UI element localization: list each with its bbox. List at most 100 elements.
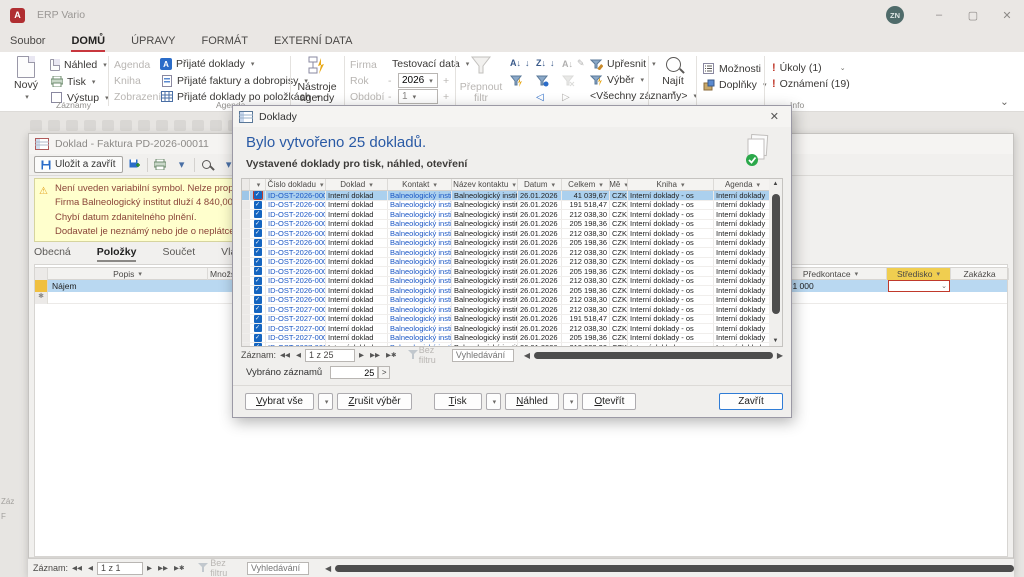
tab-soucet[interactable]: Součet — [162, 246, 195, 262]
new-button[interactable]: Nový▾ — [8, 56, 44, 101]
toolbar-icon[interactable] — [192, 120, 204, 131]
filter-funnel-icon[interactable] — [198, 563, 208, 573]
row-checkbox[interactable]: ✓ — [250, 248, 266, 257]
table-row[interactable]: ✓ID-OST-2026-00062Interní dokladBalneolo… — [242, 267, 770, 277]
tab-obecna[interactable]: Obecná — [34, 246, 71, 262]
table-row[interactable]: ✓ID-OST-2026-00055Interní dokladBalneolo… — [242, 201, 770, 211]
table-row[interactable]: ✓ID-OST-2026-00054Interní dokladBalneolo… — [242, 191, 770, 201]
row-checkbox[interactable]: ✓ — [250, 315, 266, 324]
horizontal-scrollbar-thumb[interactable] — [335, 565, 1014, 572]
row-selector[interactable] — [242, 248, 250, 257]
select-all-dropdown-icon[interactable]: ▾ — [318, 393, 334, 410]
close-button[interactable]: ✕ — [990, 0, 1024, 30]
row-checkbox[interactable]: ✓ — [250, 210, 266, 219]
menu-upravy[interactable]: ÚPRAVY — [131, 35, 175, 52]
select-all-button[interactable]: Vybrat vše — [245, 393, 314, 410]
table-row[interactable]: ✓ID-OST-2027-00021Interní dokladBalneolo… — [242, 343, 770, 347]
first-record-icon[interactable]: ◀◀ — [70, 564, 84, 572]
menu-domu[interactable]: DOMŮ — [71, 35, 105, 52]
row-checkbox[interactable]: ✓ — [250, 334, 266, 343]
obdobi-minus-button[interactable]: - — [388, 91, 392, 103]
row-checkbox[interactable]: ✓ — [250, 343, 266, 347]
toolbar-icon[interactable] — [30, 120, 42, 131]
column-header[interactable]: Mě▾ — [610, 179, 628, 190]
search-input[interactable] — [452, 349, 514, 362]
maximize-button[interactable]: ▢ — [956, 0, 990, 30]
scroll-left-icon[interactable]: ◀ — [522, 351, 532, 360]
obdobi-plus-button[interactable]: + — [443, 91, 449, 103]
row-selector[interactable] — [242, 277, 250, 286]
column-header[interactable]: Doklad▾ — [326, 179, 388, 190]
toolbar-icon[interactable] — [120, 120, 132, 131]
column-header[interactable]: Agenda▾ — [714, 179, 771, 190]
column-header[interactable]: Kontakt▾ — [388, 179, 452, 190]
column-header[interactable]: Číslo dokladu▾ — [266, 179, 326, 190]
table-row[interactable]: ✓ID-OST-2026-00056Interní dokladBalneolo… — [242, 210, 770, 220]
menu-externi-data[interactable]: EXTERNÍ DATA — [274, 35, 352, 52]
clear-sort-button[interactable]: A↓✎ — [562, 58, 585, 69]
toolbar-icon[interactable] — [102, 120, 114, 131]
row-checkbox[interactable]: ✓ — [250, 324, 266, 333]
kniha-dropdown[interactable]: Přijaté faktury a dobropisy▾ — [160, 74, 308, 87]
table-row[interactable]: ✓ID-OST-2026-00065Interní dokladBalneolo… — [242, 296, 770, 306]
obdobi-select[interactable]: 1▾ — [398, 89, 438, 104]
row-selector[interactable] — [242, 286, 250, 295]
table-row[interactable]: ✓ID-OST-2027-00019Interní dokladBalneolo… — [242, 324, 770, 334]
open-button[interactable]: Otevřít — [582, 393, 636, 410]
menu-format[interactable]: FORMÁT — [202, 35, 248, 52]
row-selector[interactable] — [242, 296, 250, 305]
column-header[interactable]: Datum▾ — [518, 179, 562, 190]
checkbox-column-header[interactable]: ▾ — [250, 179, 266, 190]
table-row[interactable]: ✓ID-OST-2026-00060Interní dokladBalneolo… — [242, 248, 770, 258]
horizontal-scrollbar-thumb[interactable] — [534, 352, 773, 359]
row-checkbox[interactable]: ✓ — [250, 239, 266, 248]
user-avatar[interactable]: ZN — [886, 6, 904, 24]
print-dropdown-icon[interactable]: ▾ — [174, 157, 190, 173]
table-row[interactable]: ✓ID-OST-2027-00018Interní dokladBalneolo… — [242, 315, 770, 325]
find-button[interactable]: Najít▾ — [655, 57, 691, 97]
filter-selection-button[interactable] — [510, 75, 523, 87]
row-selector[interactable] — [242, 191, 250, 200]
rok-plus-button[interactable]: + — [443, 75, 449, 87]
remove-filter-button[interactable] — [562, 75, 575, 87]
selected-count-spinner[interactable]: > — [378, 366, 390, 379]
agenda-tools-button[interactable]: Nástroje agendy — [294, 56, 340, 105]
popis-header[interactable]: Popis▾ — [48, 268, 208, 280]
scroll-up-icon[interactable]: ▲ — [769, 181, 782, 187]
row-selector[interactable] — [242, 343, 250, 347]
toolbar-icon[interactable] — [66, 120, 78, 131]
selected-count-input[interactable] — [330, 366, 378, 379]
new-record-icon[interactable]: ▶✱ — [384, 351, 398, 359]
toolbar-icon[interactable] — [84, 120, 96, 131]
row-selector[interactable] — [242, 258, 250, 267]
row-checkbox[interactable]: ✓ — [250, 229, 266, 238]
scroll-right-icon[interactable]: ▶ — [775, 351, 785, 360]
dialog-close-icon[interactable]: ✕ — [764, 108, 785, 125]
tasks-dropdown[interactable]: ! Úkoly (1) ⌄ — [772, 62, 846, 74]
dialog-titlebar[interactable]: Doklady ✕ — [233, 106, 791, 127]
preview-button[interactable]: Náhled — [505, 393, 559, 410]
firma-dropdown[interactable]: Testovací data▾ — [392, 58, 469, 70]
column-header[interactable]: Celkem▾ — [562, 179, 610, 190]
toggle-filter-button[interactable]: Přepnout filtr — [459, 56, 503, 105]
table-row[interactable]: ✓ID-OST-2026-00057Interní dokladBalneolo… — [242, 220, 770, 230]
minimize-button[interactable]: – — [922, 0, 956, 30]
vyber-dropdown[interactable]: Výběr▾ — [590, 74, 644, 86]
toolbar-icon[interactable] — [174, 120, 186, 131]
rok-minus-button[interactable]: - — [388, 75, 392, 87]
row-selector[interactable] — [242, 334, 250, 343]
row-selector[interactable] — [242, 201, 250, 210]
filter-funnel-icon[interactable] — [408, 350, 417, 360]
row-selector[interactable] — [242, 239, 250, 248]
row-selector[interactable] — [242, 315, 250, 324]
options-button[interactable]: Možnosti — [702, 62, 761, 75]
row-checkbox[interactable]: ✓ — [250, 191, 266, 200]
row-selector[interactable] — [242, 220, 250, 229]
column-header[interactable]: Název kontaktu▾ — [452, 179, 518, 190]
row-selector[interactable] — [242, 210, 250, 219]
previous-record-icon[interactable]: ◁ — [536, 92, 544, 103]
close-dialog-button[interactable]: Zavřít — [719, 393, 783, 410]
search-input[interactable] — [247, 562, 309, 575]
row-checkbox[interactable]: ✓ — [250, 258, 266, 267]
clear-selection-button[interactable]: Zrušit výběr — [337, 393, 411, 410]
